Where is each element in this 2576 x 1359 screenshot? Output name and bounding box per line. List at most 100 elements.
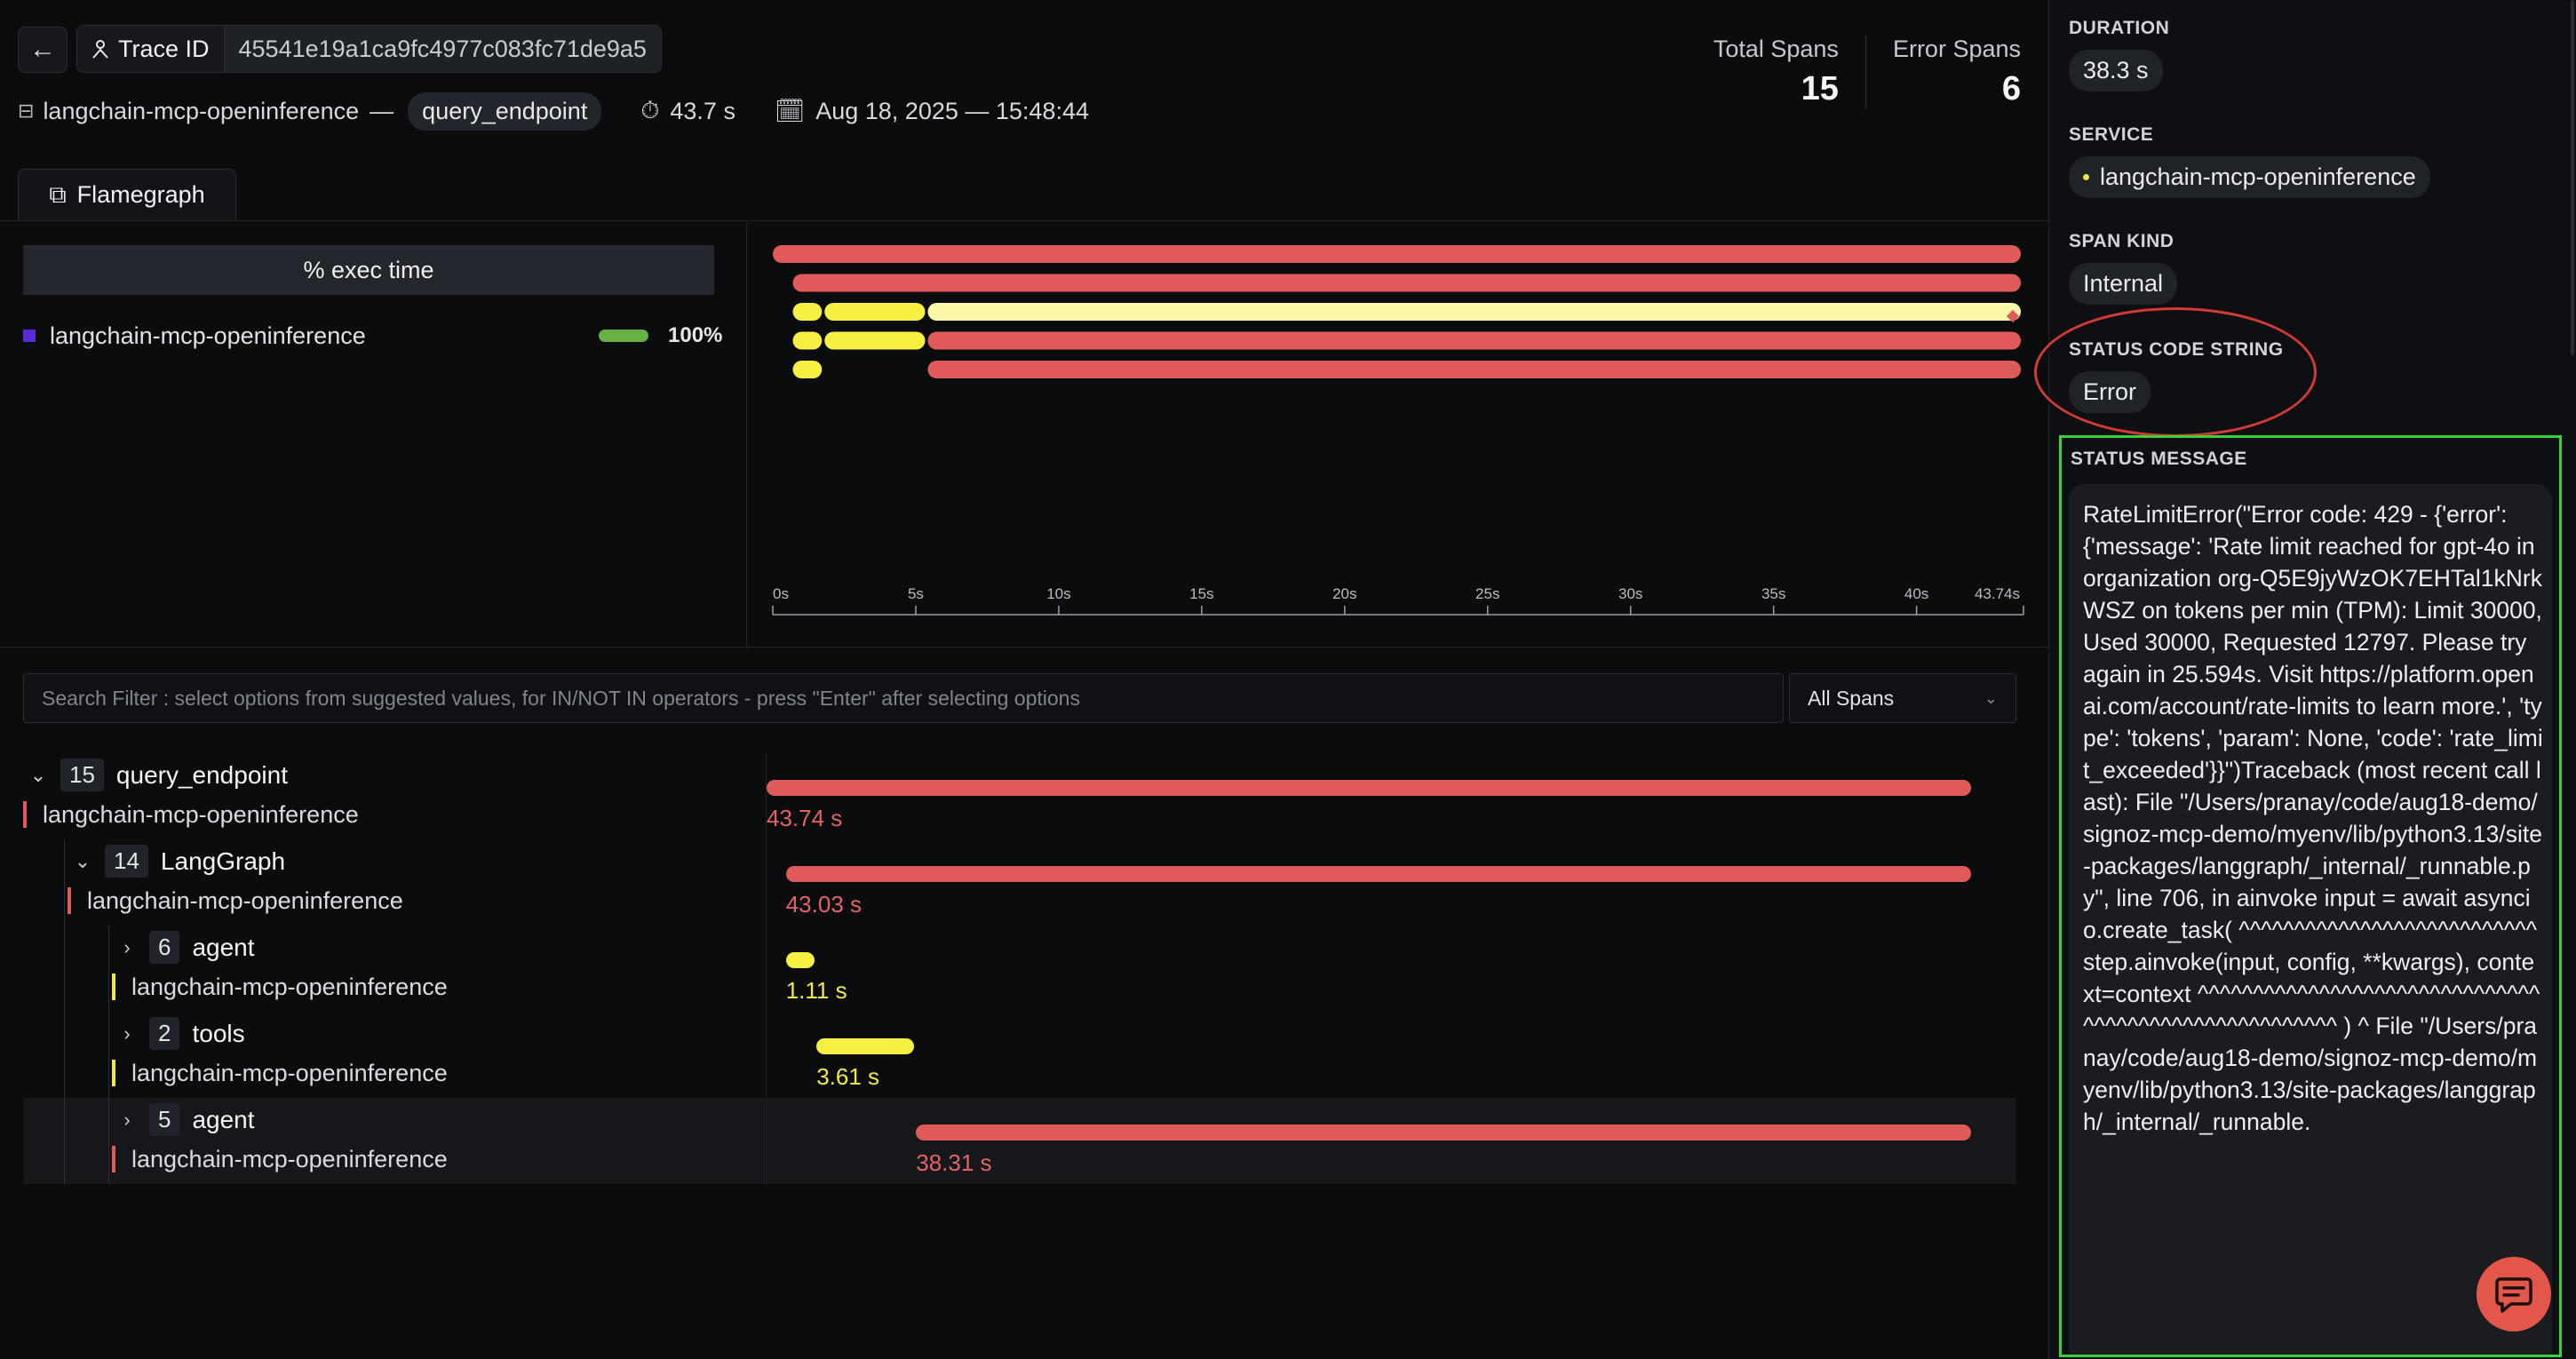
chevron-right-icon[interactable]: › (117, 1022, 137, 1045)
duration-label: DURATION (2069, 18, 2170, 38)
span-row[interactable]: › 5 agent langchain-mcp-openinference 38… (23, 1098, 2016, 1184)
exec-percent-bar (599, 330, 648, 342)
error-spans-value: 6 (2001, 70, 2021, 107)
root-service-name: langchain-mcp-openinference (43, 97, 360, 124)
axis-tick-label: 35s (1761, 585, 1785, 602)
total-spans-label: Total Spans (1713, 36, 1839, 62)
span-duration-bar[interactable] (785, 952, 815, 968)
span-row[interactable]: ⌄ 15 query_endpoint langchain-mcp-openin… (23, 753, 2016, 839)
child-count-badge: 14 (105, 845, 148, 878)
axis-tick-label: 5s (908, 585, 924, 602)
trace-id-chip[interactable]: Trace ID 45541e19a1ca9fc4977c083fc71de9a… (76, 25, 662, 73)
span-duration-bar[interactable] (816, 1038, 915, 1054)
flame-span-bar[interactable] (792, 361, 823, 378)
duration-section: DURATION 38.3 s (2069, 18, 2169, 91)
tree-guide-line (108, 1012, 109, 1098)
calendar-icon: 🗓 (774, 98, 806, 124)
flamegraph[interactable]: 0s 5s 10s 15s 20s 25s 30s 35s 40s 43.74s (771, 242, 2025, 632)
axis-tick-label: 25s (1475, 585, 1499, 602)
axis-tick-label: 15s (1189, 585, 1213, 602)
flame-span-bar[interactable] (824, 331, 926, 350)
chevron-right-icon[interactable]: › (117, 936, 137, 959)
exec-time-panel: % exec time langchain-mcp-openinference … (23, 245, 723, 362)
search-filter-placeholder: Search Filter : select options from sugg… (42, 686, 1080, 710)
tree-guide-line (108, 926, 109, 1012)
span-name: LangGraph (160, 846, 286, 875)
span-stats: Total Spans 15 Error Spans 6 (1687, 36, 2021, 108)
trace-header: ← Trace ID 45541e19a1ca9fc4977c083fc71de… (0, 0, 2047, 169)
flamegraph-icon: ⧉ (49, 180, 67, 208)
service-tree-icon: ⊟ (18, 99, 35, 122)
service-section: SERVICE langchain-mcp-openinference (2069, 124, 2430, 198)
chevron-down-icon: ⌄ (1984, 688, 1998, 707)
span-duration: 1.11 s (785, 977, 847, 1004)
axis-tick-label: 10s (1046, 585, 1070, 602)
span-kind-section: SPAN KIND Internal (2069, 231, 2178, 305)
chevron-right-icon[interactable]: › (117, 1109, 137, 1132)
flame-span-bar[interactable] (792, 303, 823, 321)
span-name: agent (192, 933, 255, 961)
root-span-pill: query_endpoint (408, 91, 602, 131)
error-spans-label: Error Spans (1892, 36, 2021, 62)
tab-flamegraph[interactable]: ⧉ Flamegraph (18, 169, 236, 220)
trace-id-value[interactable]: 45541e19a1ca9fc4977c083fc71de9a5 (224, 26, 661, 72)
tree-guide-line (64, 1012, 65, 1098)
flame-span-bar[interactable] (792, 331, 823, 350)
span-row[interactable]: › 6 agent langchain-mcp-openinference 1.… (23, 926, 2016, 1012)
exec-percent: 100% (668, 323, 723, 347)
span-row[interactable]: › 2 tools langchain-mcp-openinference 3.… (23, 1012, 2016, 1098)
chat-support-button[interactable] (2477, 1257, 2551, 1331)
duration-value: 38.3 s (2069, 50, 2163, 91)
timer-icon: ⏱ (640, 97, 660, 123)
search-filter-input[interactable]: Search Filter : select options from sugg… (23, 673, 1784, 723)
tree-guide-line (64, 1098, 65, 1184)
span-service: langchain-mcp-openinference (112, 974, 448, 1000)
status-message-section: STATUS MESSAGE RateLimitError("Error cod… (2059, 435, 2562, 1357)
trace-id-label: Trace ID (118, 35, 210, 62)
trace-duration: 43.7 s (670, 97, 735, 124)
flame-span-bar[interactable] (773, 245, 2021, 263)
status-message-text[interactable]: RateLimitError("Error code: 429 - {'erro… (2069, 484, 2552, 1355)
span-kind-label: SPAN KIND (2069, 231, 2174, 251)
flamegraph-canvas[interactable]: 0s 5s 10s 15s 20s 25s 30s 35s 40s 43.74s (771, 242, 2025, 632)
span-duration-bar[interactable] (785, 866, 1971, 882)
exec-time-header[interactable]: % exec time (23, 245, 714, 295)
span-duration-bar[interactable] (767, 780, 1971, 796)
flame-span-bar[interactable] (927, 361, 2021, 378)
separator: — (370, 97, 394, 124)
span-type-select[interactable]: All Spans ⌄ (1789, 673, 2016, 723)
service-label: SERVICE (2069, 124, 2154, 145)
divider (746, 222, 747, 648)
child-count-badge: 2 (149, 1017, 180, 1050)
child-count-badge: 6 (149, 931, 180, 964)
exec-service-name: langchain-mcp-openinference (50, 322, 366, 349)
scrollbar[interactable] (2571, 0, 2574, 355)
span-duration-bar[interactable] (916, 1125, 1971, 1140)
flame-span-bar[interactable] (792, 274, 2021, 292)
span-service: langchain-mcp-openinference (112, 1146, 448, 1172)
child-count-badge: 5 (149, 1103, 180, 1136)
axis-tick-label: 20s (1332, 585, 1356, 602)
chat-icon (2495, 1277, 2532, 1313)
axis-tick-label: 0s (773, 585, 789, 602)
trace-datetime: Aug 18, 2025 — 15:48:44 (815, 97, 1089, 124)
flame-span-bar[interactable] (927, 331, 2021, 350)
span-tree: ⌄ 15 query_endpoint langchain-mcp-openin… (23, 753, 2016, 1184)
status-message-label: STATUS MESSAGE (2071, 449, 2247, 469)
flame-span-bar[interactable] (824, 303, 926, 321)
flame-span-bar[interactable] (927, 303, 2021, 321)
service-value-chip: langchain-mcp-openinference (2069, 156, 2430, 198)
span-name: tools (192, 1019, 245, 1047)
divider (0, 647, 2047, 648)
total-spans-stat: Total Spans 15 (1687, 36, 1839, 108)
span-duration: 38.31 s (916, 1149, 992, 1176)
service-color-swatch (23, 330, 36, 342)
chevron-down-icon[interactable]: ⌄ (28, 764, 48, 787)
divider (0, 220, 2047, 221)
child-count-badge: 15 (60, 759, 104, 791)
exec-time-row[interactable]: langchain-mcp-openinference 100% (23, 309, 723, 362)
back-button[interactable]: ← (18, 27, 68, 73)
span-row[interactable]: ⌄ 14 LangGraph langchain-mcp-openinferen… (23, 839, 2016, 926)
person-icon (92, 40, 108, 59)
chevron-down-icon[interactable]: ⌄ (73, 850, 92, 873)
